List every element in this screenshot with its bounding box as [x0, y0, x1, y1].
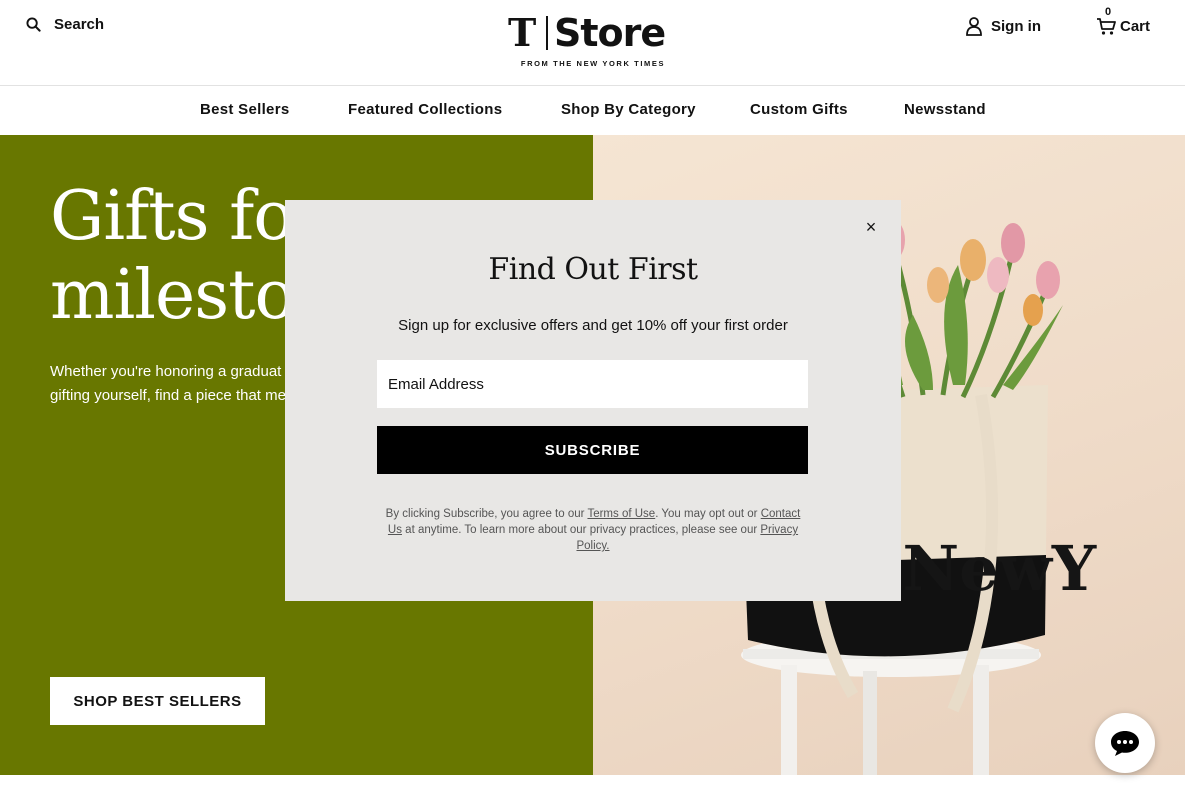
store-logo[interactable]: T Store FROM THE NEW YORK TIMES — [508, 10, 678, 70]
cart-icon — [1097, 18, 1116, 35]
legal-text-part-3: at anytime. To learn more about our priv… — [401, 524, 761, 536]
cart-label: Cart — [1120, 18, 1151, 35]
nav-item-newsstand[interactable]: Newsstand — [904, 101, 986, 118]
nav-item-best-sellers[interactable]: Best Sellers — [200, 101, 289, 118]
user-icon — [966, 17, 982, 36]
close-icon[interactable]: × — [862, 218, 880, 236]
modal-subtitle: Sign up for exclusive offers and get 10%… — [398, 317, 788, 334]
logo-divider — [546, 16, 548, 50]
legal-text-part-2: . You may opt out or — [655, 508, 761, 520]
search-button[interactable]: Search — [26, 16, 104, 33]
logo-tagline: FROM THE NEW YORK TIMES — [520, 59, 666, 68]
nav-item-shop-by-category[interactable]: Shop By Category — [561, 101, 696, 118]
modal-title: Find Out First — [488, 252, 698, 287]
search-label: Search — [54, 16, 105, 33]
legal-text: By clicking Subscribe, you agree to our … — [381, 506, 805, 554]
nav-item-featured-collections[interactable]: Featured Collections — [348, 101, 502, 118]
cart-count-badge: 0 — [1105, 6, 1112, 18]
shop-best-sellers-button[interactable]: SHOP BEST SELLERS — [50, 677, 265, 725]
search-icon — [26, 17, 41, 32]
sign-in-button[interactable]: Sign in — [966, 17, 1041, 36]
legal-text-part-1: By clicking Subscribe, you agree to our — [385, 508, 588, 520]
logo-word: Store — [554, 11, 666, 55]
chat-button[interactable] — [1095, 713, 1155, 773]
subscribe-button[interactable]: SUBSCRIBE — [377, 426, 808, 474]
terms-of-use-link[interactable]: Terms of Use — [587, 508, 655, 520]
cart-button[interactable]: 0 Cart — [1096, 6, 1151, 36]
main-nav: Best Sellers Featured Collections Shop B… — [0, 86, 1185, 135]
chat-icon — [1111, 731, 1139, 756]
logo-mark: T — [508, 10, 537, 55]
nav-item-custom-gifts[interactable]: Custom Gifts — [750, 101, 848, 118]
sign-in-label: Sign in — [991, 18, 1041, 35]
email-field[interactable] — [377, 360, 808, 408]
site-header: Search T Store FROM THE NEW YORK TIMES S… — [0, 0, 1185, 86]
signup-modal: × Find Out First Sign up for exclusive o… — [285, 200, 901, 601]
